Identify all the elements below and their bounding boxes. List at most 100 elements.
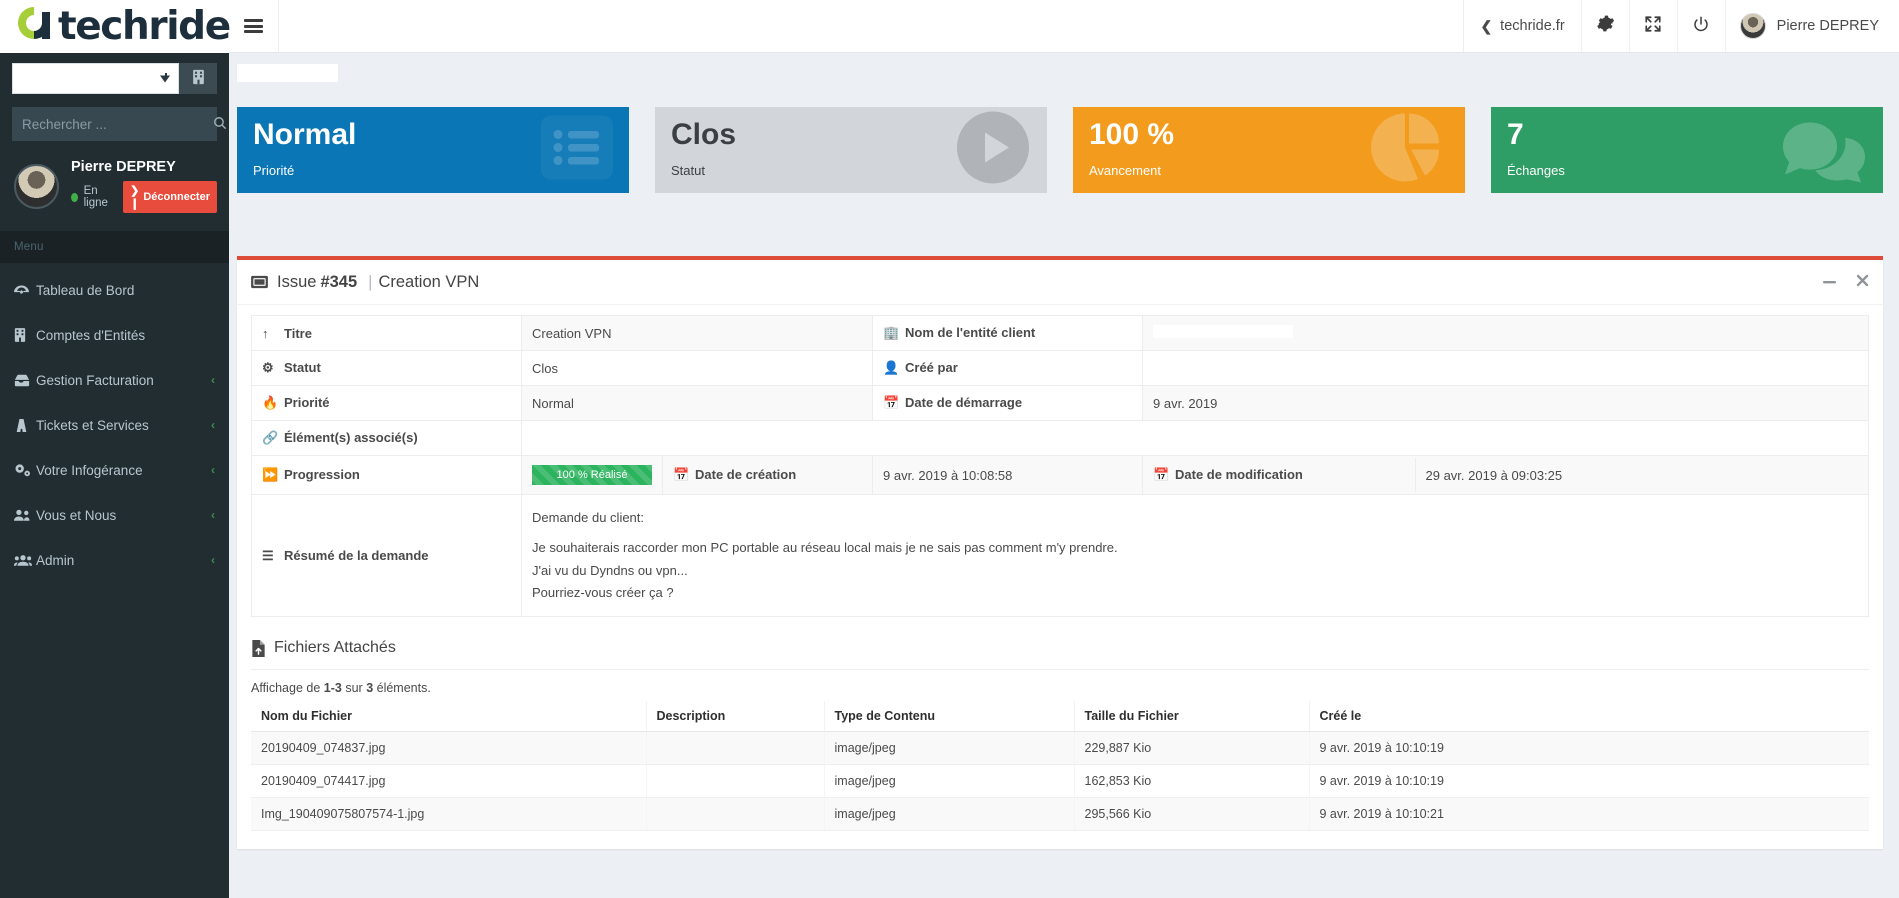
file-created: 9 avr. 2019 à 10:10:19 xyxy=(1309,765,1869,798)
topbar-user-name: Pierre DEPREY xyxy=(1777,18,1879,34)
title-separator: | xyxy=(368,273,372,292)
logout-button[interactable]: ❯❙ Déconnecter xyxy=(123,181,217,213)
building-icon xyxy=(14,328,36,342)
column-header-size[interactable]: Taille du Fichier xyxy=(1074,701,1309,732)
calendar-icon: 📅 xyxy=(883,395,897,411)
stat-card-label: Priorité xyxy=(253,163,613,178)
sidebar-item-label: Tickets et Services xyxy=(36,418,211,433)
stat-card-value: 7 xyxy=(1507,120,1867,150)
resume-line: Je souhaiterais raccorder mon PC portabl… xyxy=(532,537,1858,559)
minimize-icon[interactable] xyxy=(1822,275,1837,290)
stat-card-label: Échanges xyxy=(1507,163,1867,178)
files-count-text: Affichage de 1-3 sur 3 éléments. xyxy=(251,681,1869,695)
stat-card-value: Clos xyxy=(671,120,1031,150)
column-header-name[interactable]: Nom du Fichier xyxy=(251,701,646,732)
stat-card-statut[interactable]: Clos Statut xyxy=(655,107,1047,193)
sidebar-item-admin[interactable]: Admin ‹ xyxy=(0,542,229,578)
stat-card-priorite[interactable]: Normal Priorité xyxy=(237,107,629,193)
stat-card-avancement[interactable]: 100 % Avancement xyxy=(1073,107,1465,193)
stat-card-echanges[interactable]: 7 Échanges xyxy=(1491,107,1883,193)
search-input[interactable] xyxy=(12,117,209,132)
user-group-icon xyxy=(14,554,36,567)
online-status-label: En ligne xyxy=(84,185,115,209)
brand-name: techride xyxy=(58,7,230,46)
settings-button[interactable] xyxy=(1581,0,1629,52)
brand-logo[interactable]: techride xyxy=(0,0,229,53)
window-icon xyxy=(251,275,268,289)
sidebar-item-label: Gestion Facturation xyxy=(36,373,211,388)
file-size: 162,853 Kio xyxy=(1074,765,1309,798)
fullscreen-button[interactable] xyxy=(1629,0,1677,52)
table-row[interactable]: 20190409_074417.jpg image/jpeg 162,853 K… xyxy=(251,765,1869,798)
sidebar-item-vous-et-nous[interactable]: Vous et Nous ‹ xyxy=(0,497,229,533)
sidebar-item-label: Votre Infogérance xyxy=(36,463,211,478)
table-row[interactable]: 20190409_074837.jpg image/jpeg 229,887 K… xyxy=(251,732,1869,765)
field-label-statut: ⚙Statut xyxy=(252,351,522,386)
files-section-title: Fichiers Attachés xyxy=(251,639,1883,657)
column-header-created[interactable]: Créé le xyxy=(1309,701,1869,732)
field-label-entite: 🏢Nom de l'entité client xyxy=(873,316,1143,351)
sidebar-item-votre-infogerance[interactable]: Votre Infogérance ‹ xyxy=(0,452,229,488)
sidebar-item-gestion-facturation[interactable]: Gestion Facturation ‹ xyxy=(0,362,229,398)
chevron-left-icon: ‹ xyxy=(211,463,215,477)
entity-select[interactable] xyxy=(12,63,179,94)
field-label-cree-par: 👤Créé par xyxy=(873,351,1143,386)
expand-icon xyxy=(1644,15,1662,38)
count-prefix: Affichage de xyxy=(251,681,320,695)
count-suffix: éléments. xyxy=(377,681,431,695)
search-icon[interactable] xyxy=(209,116,238,133)
sidebar-menu-header: Menu xyxy=(0,231,229,263)
file-type: image/jpeg xyxy=(824,732,1074,765)
table-row: ⚙Statut Clos 👤Créé par xyxy=(252,351,1869,386)
file-type: image/jpeg xyxy=(824,765,1074,798)
logout-icon: ❯❙ xyxy=(130,184,139,210)
spacer xyxy=(0,488,229,497)
user-menu[interactable]: Pierre DEPREY xyxy=(1725,0,1899,52)
close-icon[interactable] xyxy=(1856,274,1869,290)
field-label-modification: 📅Date de modification xyxy=(1143,458,1415,492)
cogs-icon xyxy=(14,463,36,477)
sidebar-search[interactable] xyxy=(12,107,217,141)
files-title-label: Fichiers Attachés xyxy=(274,639,396,657)
file-created: 9 avr. 2019 à 10:10:21 xyxy=(1309,798,1869,831)
field-value-priorite: Normal xyxy=(522,386,873,421)
topbar-spacer xyxy=(279,0,1463,52)
power-button[interactable] xyxy=(1677,0,1725,52)
calendar-icon: 📅 xyxy=(673,467,687,483)
menu-toggle-button[interactable] xyxy=(229,0,279,52)
field-label-creation: 📅Date de création xyxy=(663,456,873,495)
field-value-modification: 29 avr. 2019 à 09:03:25 xyxy=(1415,458,1868,492)
field-value-demarrage: 9 avr. 2019 xyxy=(1143,386,1869,421)
spacer xyxy=(0,443,229,452)
sidebar-item-comptes-entites[interactable]: Comptes d'Entités xyxy=(0,317,229,353)
avatar xyxy=(1740,13,1766,39)
table-row[interactable]: Img_190409075807574-1.jpg image/jpeg 295… xyxy=(251,798,1869,831)
resume-line: Demande du client: xyxy=(532,507,1858,529)
entity-button[interactable] xyxy=(179,63,217,94)
table-row: 🔥Priorité Normal 📅Date de démarrage 9 av… xyxy=(252,386,1869,421)
logout-label: Déconnecter xyxy=(143,191,210,203)
column-header-type[interactable]: Type de Contenu xyxy=(824,701,1074,732)
chevron-left-icon: ‹ xyxy=(211,418,215,432)
sidebar-user-name: Pierre DEPREY xyxy=(71,159,217,175)
main-content: Normal Priorité Clos Statut xyxy=(229,53,1899,898)
sidebar-item-tickets-et-services[interactable]: Tickets et Services ‹ xyxy=(0,407,229,443)
table-header-row: Nom du Fichier Description Type de Conte… xyxy=(251,701,1869,732)
sidebar-item-tableau-de-bord[interactable]: Tableau de Bord xyxy=(0,272,229,308)
table-row: ↑Titre Creation VPN 🏢Nom de l'entité cli… xyxy=(252,316,1869,351)
column-header-description[interactable]: Description xyxy=(646,701,824,732)
file-description xyxy=(646,798,824,831)
resume-line: Pourriez-vous créer ça ? xyxy=(532,582,1858,604)
sidebar-item-label: Vous et Nous xyxy=(36,508,211,523)
power-icon xyxy=(1692,15,1710,38)
issue-prefix: Issue xyxy=(277,273,316,292)
field-label-titre: ↑Titre xyxy=(252,316,522,351)
spacer xyxy=(0,398,229,407)
sidebar-item-label: Comptes d'Entités xyxy=(36,328,215,343)
issue-number: #345 xyxy=(320,273,357,292)
entity-selector-row xyxy=(0,53,229,98)
stat-card-value: Normal xyxy=(253,120,613,150)
file-name: 20190409_074417.jpg xyxy=(251,765,646,798)
avatar xyxy=(14,164,59,209)
site-link[interactable]: ❮ techride.fr xyxy=(1463,0,1580,52)
